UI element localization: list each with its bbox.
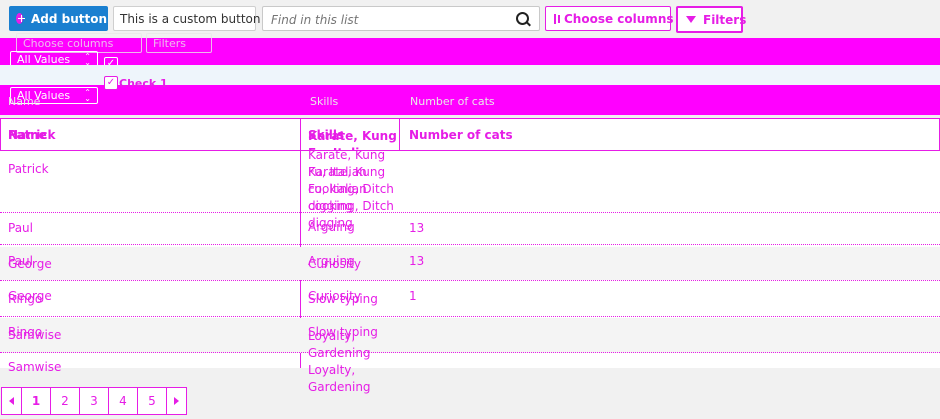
filter-chip-ghost-text: Choose columns: [23, 36, 114, 50]
table-row-cats: 13: [409, 221, 425, 235]
filter-icon: [686, 16, 696, 23]
select-arrows-icon-2: ⌃ ⌄: [84, 87, 91, 103]
column-header-cats[interactable]: Number of cats: [409, 128, 513, 142]
table-row-cats: 1: [409, 289, 417, 303]
row-divider: [0, 280, 940, 281]
add-icon: [16, 13, 25, 24]
check-1-box[interactable]: ✓: [104, 76, 118, 90]
custom-button[interactable]: This is a custom button: [113, 6, 261, 31]
ghost-header-name: Name: [8, 95, 41, 108]
filters-button[interactable]: Filters: [676, 6, 747, 33]
add-button[interactable]: Add button: [9, 6, 108, 31]
table-row-name[interactable]: Paul: [8, 221, 33, 235]
column-header-name-overlap: Patrick: [8, 128, 56, 142]
table-row-shade: [0, 318, 940, 353]
search-box[interactable]: [262, 6, 540, 31]
filter-chip-ghost-2: Filters: [146, 33, 212, 53]
table-row-cats-overlap: 13: [409, 254, 425, 268]
table-row-name[interactable]: Samwise: [8, 328, 61, 342]
table-row-skills: Slow typing: [308, 292, 378, 306]
page-number: 2: [61, 394, 69, 408]
ghost-header-skills: Skills: [310, 95, 339, 108]
column-divider-2: [399, 118, 401, 151]
search-input[interactable]: [269, 10, 513, 29]
row-divider: [0, 212, 940, 213]
row-divider: [0, 316, 940, 317]
page-button-5[interactable]: 5: [137, 387, 167, 415]
table-row-name[interactable]: Ringo: [8, 292, 42, 306]
columns-icon: [554, 13, 560, 24]
page-number: 4: [119, 394, 127, 408]
table-row-name[interactable]: George: [8, 257, 52, 271]
table-row-skills: Loyalty, Gardening: [308, 329, 371, 360]
row-divider: [0, 244, 940, 245]
check-1-label: Check 1: [119, 77, 168, 90]
table-row-name-overlap: Samwise: [8, 360, 62, 374]
table-row-shade: [0, 247, 940, 280]
page-number: 3: [90, 394, 98, 408]
table-row-name[interactable]: Patrick: [8, 162, 49, 176]
prev-page-button[interactable]: [1, 387, 22, 415]
chevron-left-icon: [9, 397, 14, 405]
page-button-4[interactable]: 4: [108, 387, 138, 415]
choose-columns-label: Choose columns: [564, 11, 674, 26]
table-row-skills: Arguing: [308, 220, 355, 234]
page-button-3[interactable]: 3: [79, 387, 109, 415]
table-row-skills: Curiosity: [308, 257, 361, 271]
filters-label: Filters: [703, 12, 747, 27]
filter-chip-ghost-2-text: Filters: [153, 36, 186, 50]
filter-chip-ghost: Choose columns: [16, 33, 142, 53]
select-arrows-icon: ⌃ ⌄: [84, 51, 91, 67]
ghost-header-cats: Number of cats: [410, 95, 495, 108]
page-button-1[interactable]: 1: [21, 387, 51, 415]
next-page-button[interactable]: [166, 387, 187, 415]
page-number: 1: [31, 394, 41, 408]
chevron-right-icon: [174, 397, 179, 405]
page-number: 5: [148, 394, 156, 408]
table-row-skills-overlap: Loyalty, Gardening: [308, 363, 371, 394]
custom-button-label: This is a custom button: [120, 11, 261, 26]
add-button-label: Add button: [30, 11, 107, 26]
row-divider: [0, 352, 940, 353]
choose-columns-button[interactable]: Choose columns: [545, 6, 674, 31]
search-icon[interactable]: [516, 12, 531, 27]
page-button-2[interactable]: 2: [50, 387, 80, 415]
